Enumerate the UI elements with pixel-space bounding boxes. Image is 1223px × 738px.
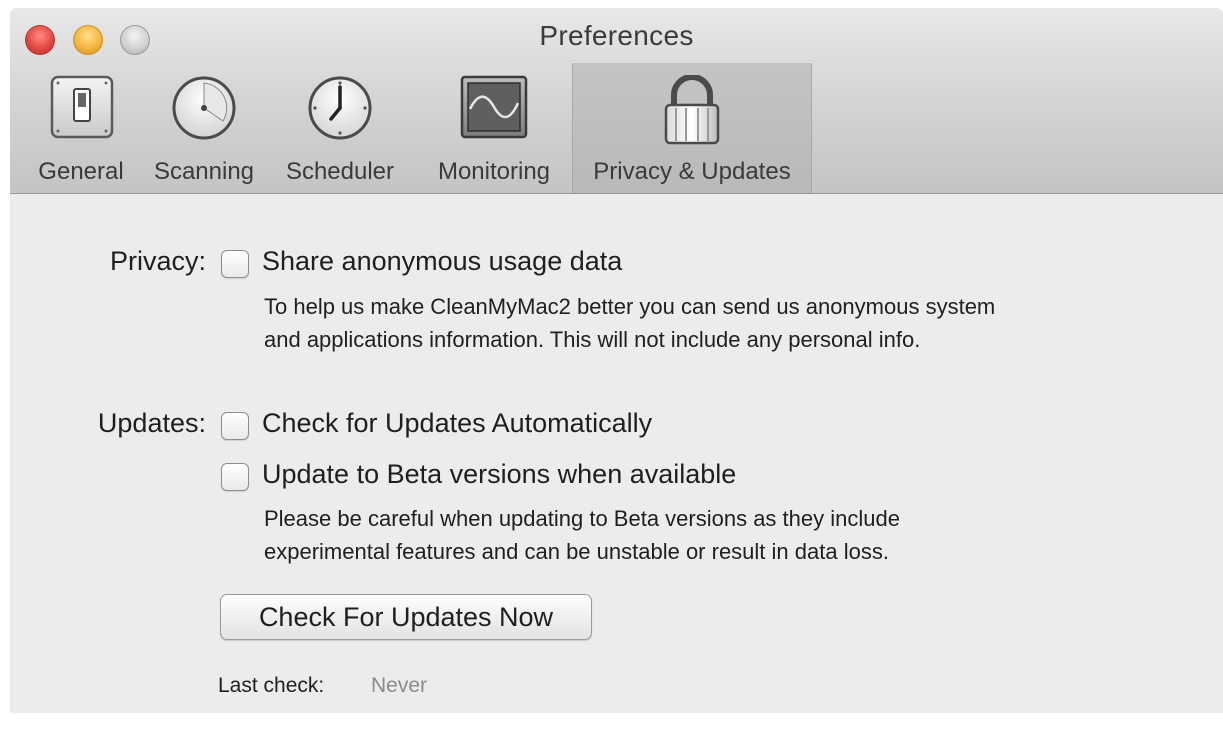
- titlebar: Preferences General Scanning Scheduler M…: [10, 8, 1223, 194]
- preferences-content: Privacy: Share anonymous usage data To h…: [10, 194, 1223, 713]
- clock-icon: [308, 76, 372, 140]
- tab-privacy-updates-label: Privacy & Updates: [593, 158, 791, 185]
- auto-updates-checkbox-label[interactable]: Check for Updates Automatically: [262, 408, 652, 439]
- tab-monitoring-label: Monitoring: [437, 158, 551, 185]
- window-title: Preferences: [539, 20, 694, 51]
- tab-privacy-updates[interactable]: Privacy & Updates: [572, 63, 812, 193]
- last-check-value: Never: [371, 674, 428, 697]
- tab-general[interactable]: General: [22, 63, 140, 193]
- beta-description: Please be careful when updating to Beta …: [264, 502, 900, 568]
- share-usage-checkbox-label[interactable]: Share anonymous usage data: [262, 246, 622, 277]
- tab-scanning[interactable]: Scanning: [142, 63, 266, 193]
- tab-scanning-label: Scanning: [153, 158, 255, 185]
- tab-general-label: General: [38, 158, 124, 185]
- share-usage-checkbox[interactable]: [221, 250, 249, 278]
- lock-icon: [664, 75, 720, 145]
- gauge-icon: [172, 76, 236, 140]
- auto-updates-checkbox[interactable]: [221, 412, 249, 440]
- privacy-description: To help us make CleanMyMac2 better you c…: [264, 290, 995, 356]
- last-check-label: Last check:: [218, 674, 325, 697]
- switch-icon: [50, 75, 114, 139]
- tab-scheduler-label: Scheduler: [285, 158, 395, 185]
- beta-updates-checkbox-label[interactable]: Update to Beta versions when available: [262, 459, 736, 490]
- beta-description-line-2: experimental features and can be unstabl…: [264, 539, 889, 564]
- privacy-description-line-2: and applications information. This will …: [264, 327, 921, 352]
- tab-scheduler[interactable]: Scheduler: [274, 63, 406, 193]
- updates-label: Updates:: [97, 408, 206, 438]
- tab-monitoring[interactable]: Monitoring: [420, 63, 568, 193]
- beta-updates-checkbox[interactable]: [221, 463, 249, 491]
- beta-description-line-1: Please be careful when updating to Beta …: [264, 506, 900, 531]
- check-for-updates-now-button[interactable]: Check For Updates Now: [220, 594, 592, 640]
- monitor-icon: [460, 75, 528, 139]
- privacy-description-line-1: To help us make CleanMyMac2 better you c…: [264, 294, 996, 319]
- privacy-label: Privacy:: [109, 246, 206, 276]
- preferences-window: Preferences General Scanning Scheduler M…: [10, 8, 1223, 713]
